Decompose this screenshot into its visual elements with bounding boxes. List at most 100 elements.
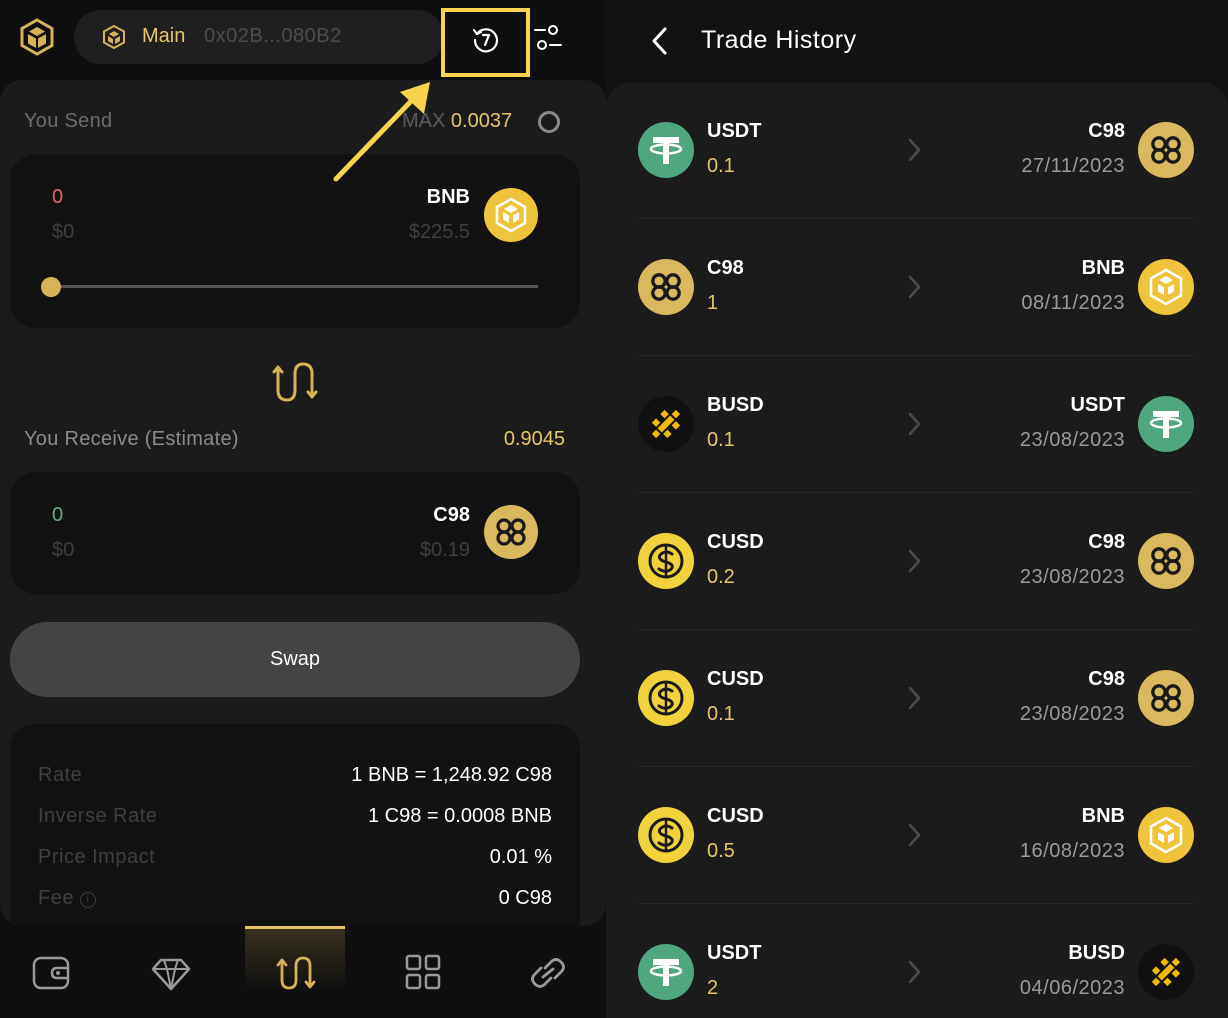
trade-date: 27/11/2023	[1021, 155, 1125, 177]
settings-sliders-icon[interactable]	[533, 24, 563, 52]
send-amount-input[interactable]: 0	[52, 186, 63, 209]
send-token-symbol[interactable]: BNB	[427, 186, 470, 209]
bnb-token-icon	[1138, 259, 1194, 315]
to-token-symbol: USDT	[1070, 394, 1125, 416]
coin98-logo-icon[interactable]	[18, 18, 56, 56]
inverse-rate-label: Inverse Rate	[38, 805, 158, 827]
fee-value: 0 C98	[498, 887, 552, 909]
trade-row[interactable]: CUSD 0.2 C98 23/08/2023	[638, 493, 1194, 630]
chevron-right-icon	[908, 549, 921, 573]
amount-slider-track[interactable]	[52, 285, 538, 288]
back-chevron-icon[interactable]	[650, 26, 670, 56]
swap-direction-icon[interactable]	[272, 360, 318, 404]
info-icon[interactable]: i	[79, 892, 96, 908]
trade-history-list: USDT 0.1 C98 27/11/2023 C98 1 BNB 08/11/2023 BUS…	[606, 82, 1228, 1018]
trade-row[interactable]: BUSD 0.1 USDT 23/08/2023	[638, 356, 1194, 493]
link-icon	[531, 958, 565, 988]
send-token-price: $225.5	[408, 221, 470, 243]
swap-details-card: Rate 1 BNB = 1,248.92 C98 Inverse Rate 1…	[10, 724, 580, 926]
chevron-right-icon	[908, 686, 921, 710]
from-token-amount: 0.5	[707, 840, 735, 862]
nav-diamond[interactable]	[120, 926, 220, 1018]
usdt-token-icon	[638, 944, 694, 1000]
from-token-amount: 2	[707, 977, 719, 999]
busd-token-icon	[1138, 944, 1194, 1000]
trade-row[interactable]: CUSD 0.5 BNB 16/08/2023	[638, 767, 1194, 904]
to-token-symbol: C98	[1088, 531, 1125, 553]
trade-date: 08/11/2023	[1021, 292, 1125, 314]
chevron-right-icon	[908, 960, 921, 984]
page-title: Trade History	[701, 26, 857, 54]
receive-usd-value: $0	[52, 539, 75, 561]
receive-token-symbol[interactable]: C98	[433, 504, 470, 527]
inverse-rate-row: Inverse Rate 1 C98 = 0.0008 BNB	[38, 805, 552, 833]
receive-amount: 0	[52, 504, 64, 526]
cusd-token-icon	[638, 533, 694, 589]
from-token-symbol: CUSD	[707, 668, 764, 690]
amount-slider-thumb[interactable]	[41, 277, 61, 297]
send-usd-value: $0	[52, 221, 75, 243]
chevron-right-icon	[908, 823, 921, 847]
rate-label: Rate	[38, 764, 83, 786]
price-impact-value: 0.01 %	[489, 846, 552, 868]
top-bar: Main 0x02B...080B2	[0, 0, 606, 80]
usdt-token-icon	[638, 122, 694, 178]
annotation-arrow-icon	[333, 82, 430, 182]
to-token-symbol: BNB	[1081, 257, 1125, 279]
trade-row[interactable]: C98 1 BNB 08/11/2023	[638, 219, 1194, 356]
busd-token-icon	[638, 396, 694, 452]
apps-grid-icon	[405, 954, 441, 990]
c98-token-icon	[1138, 533, 1194, 589]
receive-token-card: 0 $0 C98 $0.19	[10, 472, 580, 594]
chevron-right-icon	[908, 412, 921, 436]
wallet-logo-icon	[103, 25, 125, 49]
nav-apps[interactable]	[372, 926, 472, 1018]
trade-date: 23/08/2023	[1019, 566, 1125, 588]
trade-row[interactable]: USDT 2 BUSD 04/06/2023	[638, 904, 1194, 1018]
c98-token-icon	[1138, 670, 1194, 726]
to-token-symbol: BNB	[1081, 805, 1125, 827]
swap-panel: You Send MAX 0.0037 0 $0 BNB $225.5 You …	[0, 80, 606, 926]
bnb-token-icon[interactable]	[484, 188, 538, 242]
history-icon	[472, 28, 499, 53]
inverse-rate-value: 1 C98 = 0.0008 BNB	[367, 805, 552, 827]
trade-row[interactable]: USDT 0.1 C98 27/11/2023	[638, 82, 1194, 219]
you-send-label: You Send	[24, 110, 113, 132]
c98-token-icon	[638, 259, 694, 315]
from-token-symbol: CUSD	[707, 805, 764, 827]
c98-token-icon[interactable]	[484, 505, 538, 559]
max-value: 0.0037	[450, 110, 513, 132]
to-token-symbol: BUSD	[1068, 942, 1125, 964]
price-impact-label: Price Impact	[38, 846, 156, 868]
bnb-token-icon	[1138, 807, 1194, 863]
send-token-card: 0 $0 BNB $225.5	[10, 154, 580, 328]
usdt-token-icon	[1138, 396, 1194, 452]
rate-value: 1 BNB = 1,248.92 C98	[351, 764, 552, 786]
refresh-ring-icon[interactable]	[538, 111, 560, 133]
nav-wallet[interactable]	[0, 926, 100, 1018]
from-token-symbol: BUSD	[707, 394, 764, 416]
wallet-selector[interactable]: Main 0x02B...080B2	[74, 10, 444, 64]
trade-history-button[interactable]	[441, 8, 530, 77]
chevron-right-icon	[908, 138, 921, 162]
bottom-navigation	[0, 926, 606, 1018]
nav-swap[interactable]	[245, 926, 345, 1018]
trade-date: 16/08/2023	[1019, 840, 1125, 862]
you-receive-label: You Receive (Estimate)	[24, 428, 239, 450]
swap-screen: Main 0x02B...080B2 You Send MAX 0.0037 0…	[0, 0, 606, 1018]
to-token-symbol: C98	[1088, 120, 1125, 142]
trade-date: 04/06/2023	[1019, 977, 1125, 999]
wallet-address: 0x02B...080B2	[204, 25, 342, 47]
chevron-right-icon	[908, 275, 921, 299]
swap-button[interactable]: Swap	[10, 622, 580, 697]
trade-row[interactable]: CUSD 0.1 C98 23/08/2023	[638, 630, 1194, 767]
nav-link[interactable]	[497, 926, 597, 1018]
from-token-symbol: CUSD	[707, 531, 764, 553]
from-token-amount: 0.1	[707, 429, 735, 451]
fee-label: Fee i	[38, 887, 96, 910]
trade-history-screen: Trade History USDT 0.1 C98 27/11/2023 C98 1 BN…	[606, 0, 1228, 1018]
cusd-token-icon	[638, 670, 694, 726]
receive-token-price: $0.19	[419, 539, 470, 561]
from-token-amount: 1	[707, 292, 719, 314]
trade-date: 23/08/2023	[1019, 429, 1125, 451]
